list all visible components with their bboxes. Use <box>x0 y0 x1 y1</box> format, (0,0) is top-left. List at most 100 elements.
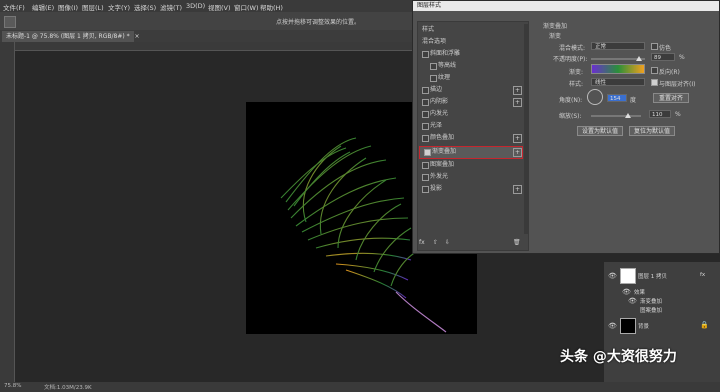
gradient-overlay-panel: 渐变叠加 渐变 混合模式: 正常 仿色 不透明度(P): 89 % 渐变: 反向… <box>537 21 717 251</box>
add-icon[interactable]: + <box>513 185 522 194</box>
opacity-slider-knob[interactable] <box>636 56 643 61</box>
checkbox[interactable] <box>422 111 429 118</box>
angle-unit: 度 <box>630 97 637 104</box>
menu-window[interactable]: 窗口(W) <box>234 2 259 12</box>
eye-icon[interactable]: 👁 <box>608 272 617 280</box>
angle-dial[interactable] <box>587 89 603 105</box>
checkbox[interactable] <box>422 87 429 94</box>
close-icon[interactable]: × <box>135 33 140 40</box>
checkbox[interactable] <box>422 162 429 169</box>
menu-select[interactable]: 选择(S) <box>134 2 156 12</box>
ruler-vertical <box>0 42 15 382</box>
set-default-button[interactable]: 设置为默认值 <box>577 126 623 136</box>
tool-preset-icon[interactable] <box>4 16 16 28</box>
effect-pattern-label: 图案叠加 <box>640 308 663 314</box>
menu-type[interactable]: 文字(Y) <box>108 2 130 12</box>
menu-layer[interactable]: 图层(L) <box>82 2 104 12</box>
panel-title: 渐变叠加 <box>543 23 568 30</box>
lock-icon[interactable]: 🔒 <box>700 321 709 329</box>
ruler-horizontal <box>14 42 412 51</box>
checkbox[interactable] <box>430 63 437 70</box>
checkbox[interactable] <box>422 174 429 181</box>
scale-unit: % <box>675 111 681 118</box>
style-list: 样式 混合选项 斜面和浮雕 等高线 纹理 描边 + 内阴影 + 内发光 光泽 颜色叠… <box>417 21 529 251</box>
reverse-label: 反向(R) <box>659 69 680 76</box>
dither-label: 仿色 <box>659 45 672 52</box>
menu-filter[interactable]: 滤镜(T) <box>160 2 182 12</box>
list-scrollbar[interactable] <box>524 24 528 234</box>
style-item-stroke[interactable]: 描边 + <box>418 85 522 95</box>
scale-input[interactable]: 110 <box>649 110 671 118</box>
effects-label: 效果 <box>634 290 646 296</box>
align-layer-checkbox[interactable] <box>651 79 658 86</box>
checkbox[interactable] <box>422 99 429 106</box>
menu-file[interactable]: 文件(F) <box>3 2 25 12</box>
dither-checkbox[interactable] <box>651 43 658 50</box>
add-icon[interactable]: + <box>513 86 522 95</box>
style-item-inner-glow[interactable]: 内发光 <box>418 109 522 119</box>
add-icon[interactable]: + <box>513 148 522 157</box>
opacity-label: 不透明度(P): <box>553 56 588 63</box>
menu-3d[interactable]: 3D(D) <box>186 2 205 10</box>
layer-row-copy[interactable]: 👁 图层 1 拷贝 fx <box>604 268 720 284</box>
layer-style-dialog: 图层样式 样式 混合选项 斜面和浮雕 等高线 纹理 描边 + 内阴影 + 内发光 光… <box>412 0 720 254</box>
scale-slider-knob[interactable] <box>624 113 631 118</box>
style-item-contour[interactable]: 等高线 <box>426 61 530 71</box>
checkbox[interactable] <box>424 149 431 156</box>
style-item-pattern-overlay[interactable]: 图案叠加 <box>418 160 522 170</box>
scale-slider[interactable] <box>591 115 641 117</box>
layer-thumbnail <box>620 318 636 334</box>
blend-mode-label: 混合模式: <box>559 45 586 52</box>
style-item-gradient-overlay[interactable]: 渐变叠加 + <box>419 146 523 159</box>
zoom-level[interactable]: 75.8% <box>4 383 21 389</box>
eye-icon[interactable]: 👁 <box>628 297 637 305</box>
checkbox[interactable] <box>430 75 437 82</box>
menu-view[interactable]: 视图(V) <box>208 2 231 12</box>
menu-edit[interactable]: 编辑(E) <box>32 2 54 12</box>
dialog-title: 图层样式 <box>413 1 719 11</box>
style-label: 样式: <box>569 81 584 88</box>
blend-mode-select[interactable]: 正常 <box>591 42 645 50</box>
style-item-inner-shadow[interactable]: 内阴影 + <box>418 97 522 107</box>
checkbox[interactable] <box>422 135 429 142</box>
angle-input[interactable]: 154 <box>607 94 627 102</box>
style-item-bevel[interactable]: 斜面和浮雕 <box>418 49 522 59</box>
document-tabs: 未标题-1 @ 75.8% (图层 1 拷贝, RGB/8#) * × <box>0 30 414 42</box>
layer-row-background[interactable]: 👁 背景 🔒 <box>604 318 720 334</box>
opacity-input[interactable]: 89 <box>651 53 675 61</box>
checkbox[interactable] <box>422 123 429 130</box>
menu-image[interactable]: 图像(I) <box>58 2 78 12</box>
style-list-footer: fx ⇧ ⇩ 🗑 <box>417 239 525 249</box>
add-icon[interactable]: + <box>513 134 522 143</box>
eye-icon[interactable]: 👁 <box>622 288 631 296</box>
style-item-drop-shadow[interactable]: 投影 + <box>418 184 522 194</box>
gradient-picker[interactable] <box>591 64 645 74</box>
trash-icon[interactable]: 🗑 <box>513 239 521 246</box>
style-item-texture[interactable]: 纹理 <box>426 73 530 83</box>
reverse-checkbox[interactable] <box>651 67 658 74</box>
style-item-satin[interactable]: 光泽 <box>418 121 522 131</box>
style-list-blend-options[interactable]: 混合选项 <box>418 37 522 47</box>
menu-help[interactable]: 帮助(H) <box>260 2 283 12</box>
add-icon[interactable]: + <box>513 98 522 107</box>
style-item-outer-glow[interactable]: 外发光 <box>418 172 522 182</box>
reset-align-button[interactable]: 重置对齐 <box>653 93 689 103</box>
layer-name: 图层 1 拷贝 <box>638 274 667 280</box>
gradient-label: 渐变: <box>569 69 584 76</box>
fx-icon[interactable]: fx <box>419 239 425 246</box>
document-tab[interactable]: 未标题-1 @ 75.8% (图层 1 拷贝, RGB/8#) * × <box>2 31 140 42</box>
fx-icon[interactable]: fx <box>700 272 705 278</box>
checkbox[interactable] <box>422 51 429 58</box>
eye-icon[interactable]: 👁 <box>608 322 617 330</box>
document-tab-title: 未标题-1 @ 75.8% (图层 1 拷贝, RGB/8#) * <box>6 33 130 40</box>
style-item-color-overlay[interactable]: 颜色叠加 + <box>418 133 522 143</box>
panel-subtitle: 渐变 <box>549 33 562 40</box>
move-down-icon[interactable]: ⇩ <box>445 239 450 246</box>
effect-gradient-label: 渐变叠加 <box>640 299 663 305</box>
style-select[interactable]: 线性 <box>591 78 645 86</box>
scale-label: 缩放(S): <box>559 113 582 120</box>
reset-default-button[interactable]: 复位为默认值 <box>629 126 675 136</box>
checkbox[interactable] <box>422 186 429 193</box>
style-list-styles[interactable]: 样式 <box>418 25 522 35</box>
move-up-icon[interactable]: ⇧ <box>433 239 438 246</box>
